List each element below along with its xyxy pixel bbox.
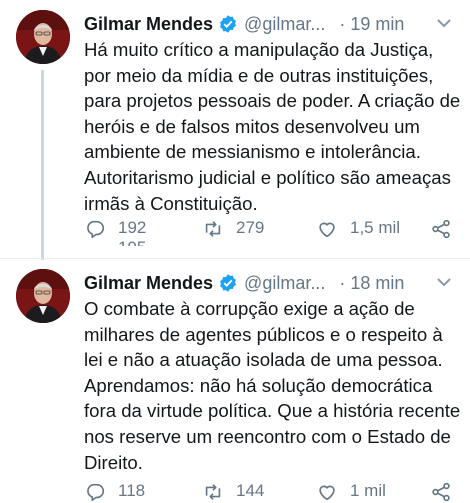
author-handle[interactable]: @gilmar... [244, 14, 325, 35]
thread-connector-line [41, 70, 44, 260]
author-name[interactable]: Gilmar Mendes [84, 14, 213, 35]
avatar[interactable] [16, 10, 70, 64]
tweet[interactable]: Gilmar Mendes @gilmar... · 19 min Há mui… [0, 0, 470, 260]
avatar-photo [16, 269, 70, 323]
share-icon [432, 219, 450, 239]
timestamp[interactable]: 19 min [350, 14, 404, 35]
verified-badge-icon [218, 273, 238, 293]
retweet-count: 279 [236, 218, 265, 237]
tweet-actions: 192 195 279 1,5 mil [84, 214, 456, 254]
like-button[interactable]: 1,5 mil [316, 218, 400, 240]
heart-icon [319, 485, 335, 501]
chevron-down-icon[interactable] [434, 13, 454, 33]
verified-badge-icon [218, 14, 238, 34]
author-handle[interactable]: @gilmar... [244, 273, 325, 294]
tweet-text: O combate à corrupção exige a ação de mi… [84, 298, 461, 473]
reply-button[interactable]: 118 [84, 481, 145, 503]
like-count: 1 mil [350, 481, 386, 500]
avatar-photo [16, 10, 70, 64]
retweet-count: 144 [236, 481, 265, 500]
tweet[interactable]: Gilmar Mendes @gilmar... · 18 min O comb… [0, 258, 470, 503]
like-count: 1,5 mil [350, 218, 401, 237]
retweet-button[interactable]: 144 [202, 481, 264, 503]
like-button[interactable]: 1 mil [316, 481, 386, 503]
separator-dot: · [339, 13, 346, 34]
tweet-header: Gilmar Mendes @gilmar... · 19 min [84, 11, 451, 37]
tweet-header: Gilmar Mendes @gilmar... · 18 min [84, 270, 451, 296]
reply-count: 192 [118, 218, 147, 237]
author-name[interactable]: Gilmar Mendes [84, 273, 213, 294]
reply-icon [87, 220, 105, 239]
reply-button[interactable]: 192 195 [84, 218, 146, 246]
timestamp[interactable]: 18 min [350, 273, 404, 294]
separator-dot: · [339, 272, 346, 293]
retweet-icon [205, 484, 221, 500]
tweet-actions: 118 144 1 mil [84, 477, 456, 503]
reply-count-next: 195 [118, 238, 146, 246]
reply-count-container: 192 195 [118, 218, 146, 246]
reply-icon [87, 483, 105, 502]
avatar[interactable] [16, 269, 70, 323]
reply-count: 118 [118, 481, 146, 500]
share-button[interactable] [430, 218, 452, 240]
retweet-icon [205, 221, 221, 237]
tweet-feed: Gilmar Mendes @gilmar... · 19 min Há mui… [0, 0, 470, 503]
chevron-down-icon[interactable] [434, 272, 454, 292]
tweet-text: Há muito crítico a manipulação da Justiç… [84, 39, 461, 214]
retweet-button[interactable]: 279 [202, 218, 264, 240]
share-icon [432, 482, 450, 502]
share-button[interactable] [430, 481, 452, 503]
heart-icon [319, 222, 335, 238]
